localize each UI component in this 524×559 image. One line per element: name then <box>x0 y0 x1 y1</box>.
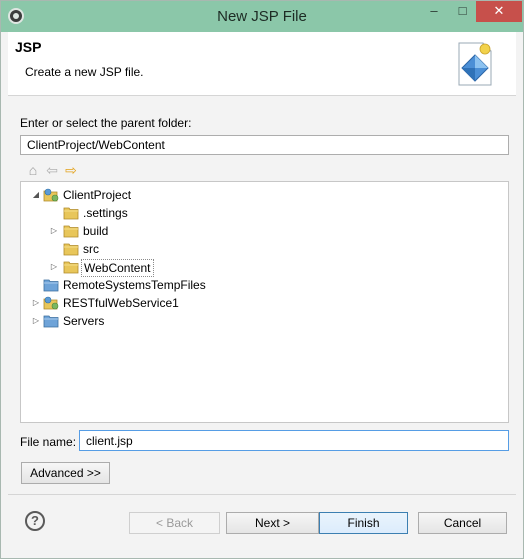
minimize-button[interactable]: – <box>419 1 449 22</box>
tree-item-label: .settings <box>83 206 128 220</box>
next-button[interactable]: Next > <box>226 512 319 534</box>
project-icon <box>43 296 59 310</box>
back-arrow-icon[interactable]: ⇦ <box>44 162 60 178</box>
file-name-input[interactable] <box>79 430 509 451</box>
back-button[interactable]: < Back <box>129 512 220 534</box>
page-description: Create a new JSP file. <box>25 65 144 79</box>
folder-icon <box>63 243 79 256</box>
wizard-content: Enter or select the parent folder: ⌂ ⇦ ⇨… <box>8 96 516 552</box>
parent-folder-input[interactable] <box>20 135 509 155</box>
parent-folder-label: Enter or select the parent folder: <box>20 116 192 130</box>
folder-icon <box>63 207 79 220</box>
tree-item-label: RemoteSystemsTempFiles <box>63 278 206 292</box>
collapse-icon[interactable]: ◢ <box>31 186 41 204</box>
project-folder-icon <box>43 315 59 328</box>
maximize-button[interactable]: □ <box>449 1 476 22</box>
folder-icon <box>63 261 79 274</box>
page-title: JSP <box>15 39 42 55</box>
expand-icon[interactable]: ▷ <box>31 312 41 330</box>
button-bar-divider <box>8 494 516 495</box>
tree-item-label: WebContent <box>81 259 154 277</box>
finish-button[interactable]: Finish <box>319 512 408 534</box>
tree-item-label: ClientProject <box>63 188 132 202</box>
expand-icon[interactable]: ▷ <box>31 294 41 312</box>
new-jsp-file-dialog: New JSP File – □ ✕ JSP Create a new JSP … <box>0 0 524 559</box>
close-button[interactable]: ✕ <box>476 1 522 22</box>
expand-icon[interactable]: ▷ <box>49 222 59 240</box>
jsp-wizard-icon <box>458 42 492 86</box>
tree-item-label: RESTfulWebService1 <box>63 296 179 310</box>
help-icon[interactable]: ? <box>25 511 45 531</box>
title-bar: New JSP File – □ ✕ <box>1 1 523 32</box>
home-icon[interactable]: ⌂ <box>25 162 41 178</box>
file-name-label: File name: <box>20 435 77 449</box>
folder-icon <box>63 225 79 238</box>
folder-tree[interactable]: ◢ ClientProject .settings ▷ build src ▷ … <box>20 181 509 423</box>
forward-arrow-icon[interactable]: ⇨ <box>63 162 79 178</box>
tree-item-label: src <box>83 242 99 256</box>
expand-icon[interactable]: ▷ <box>49 258 59 276</box>
project-folder-icon <box>43 279 59 292</box>
cancel-button[interactable]: Cancel <box>418 512 507 534</box>
wizard-banner: JSP Create a new JSP file. <box>8 32 516 96</box>
tree-item-label: Servers <box>63 314 105 328</box>
advanced-button[interactable]: Advanced >> <box>21 462 110 484</box>
project-icon <box>43 188 59 202</box>
tree-item-label: build <box>83 224 109 238</box>
